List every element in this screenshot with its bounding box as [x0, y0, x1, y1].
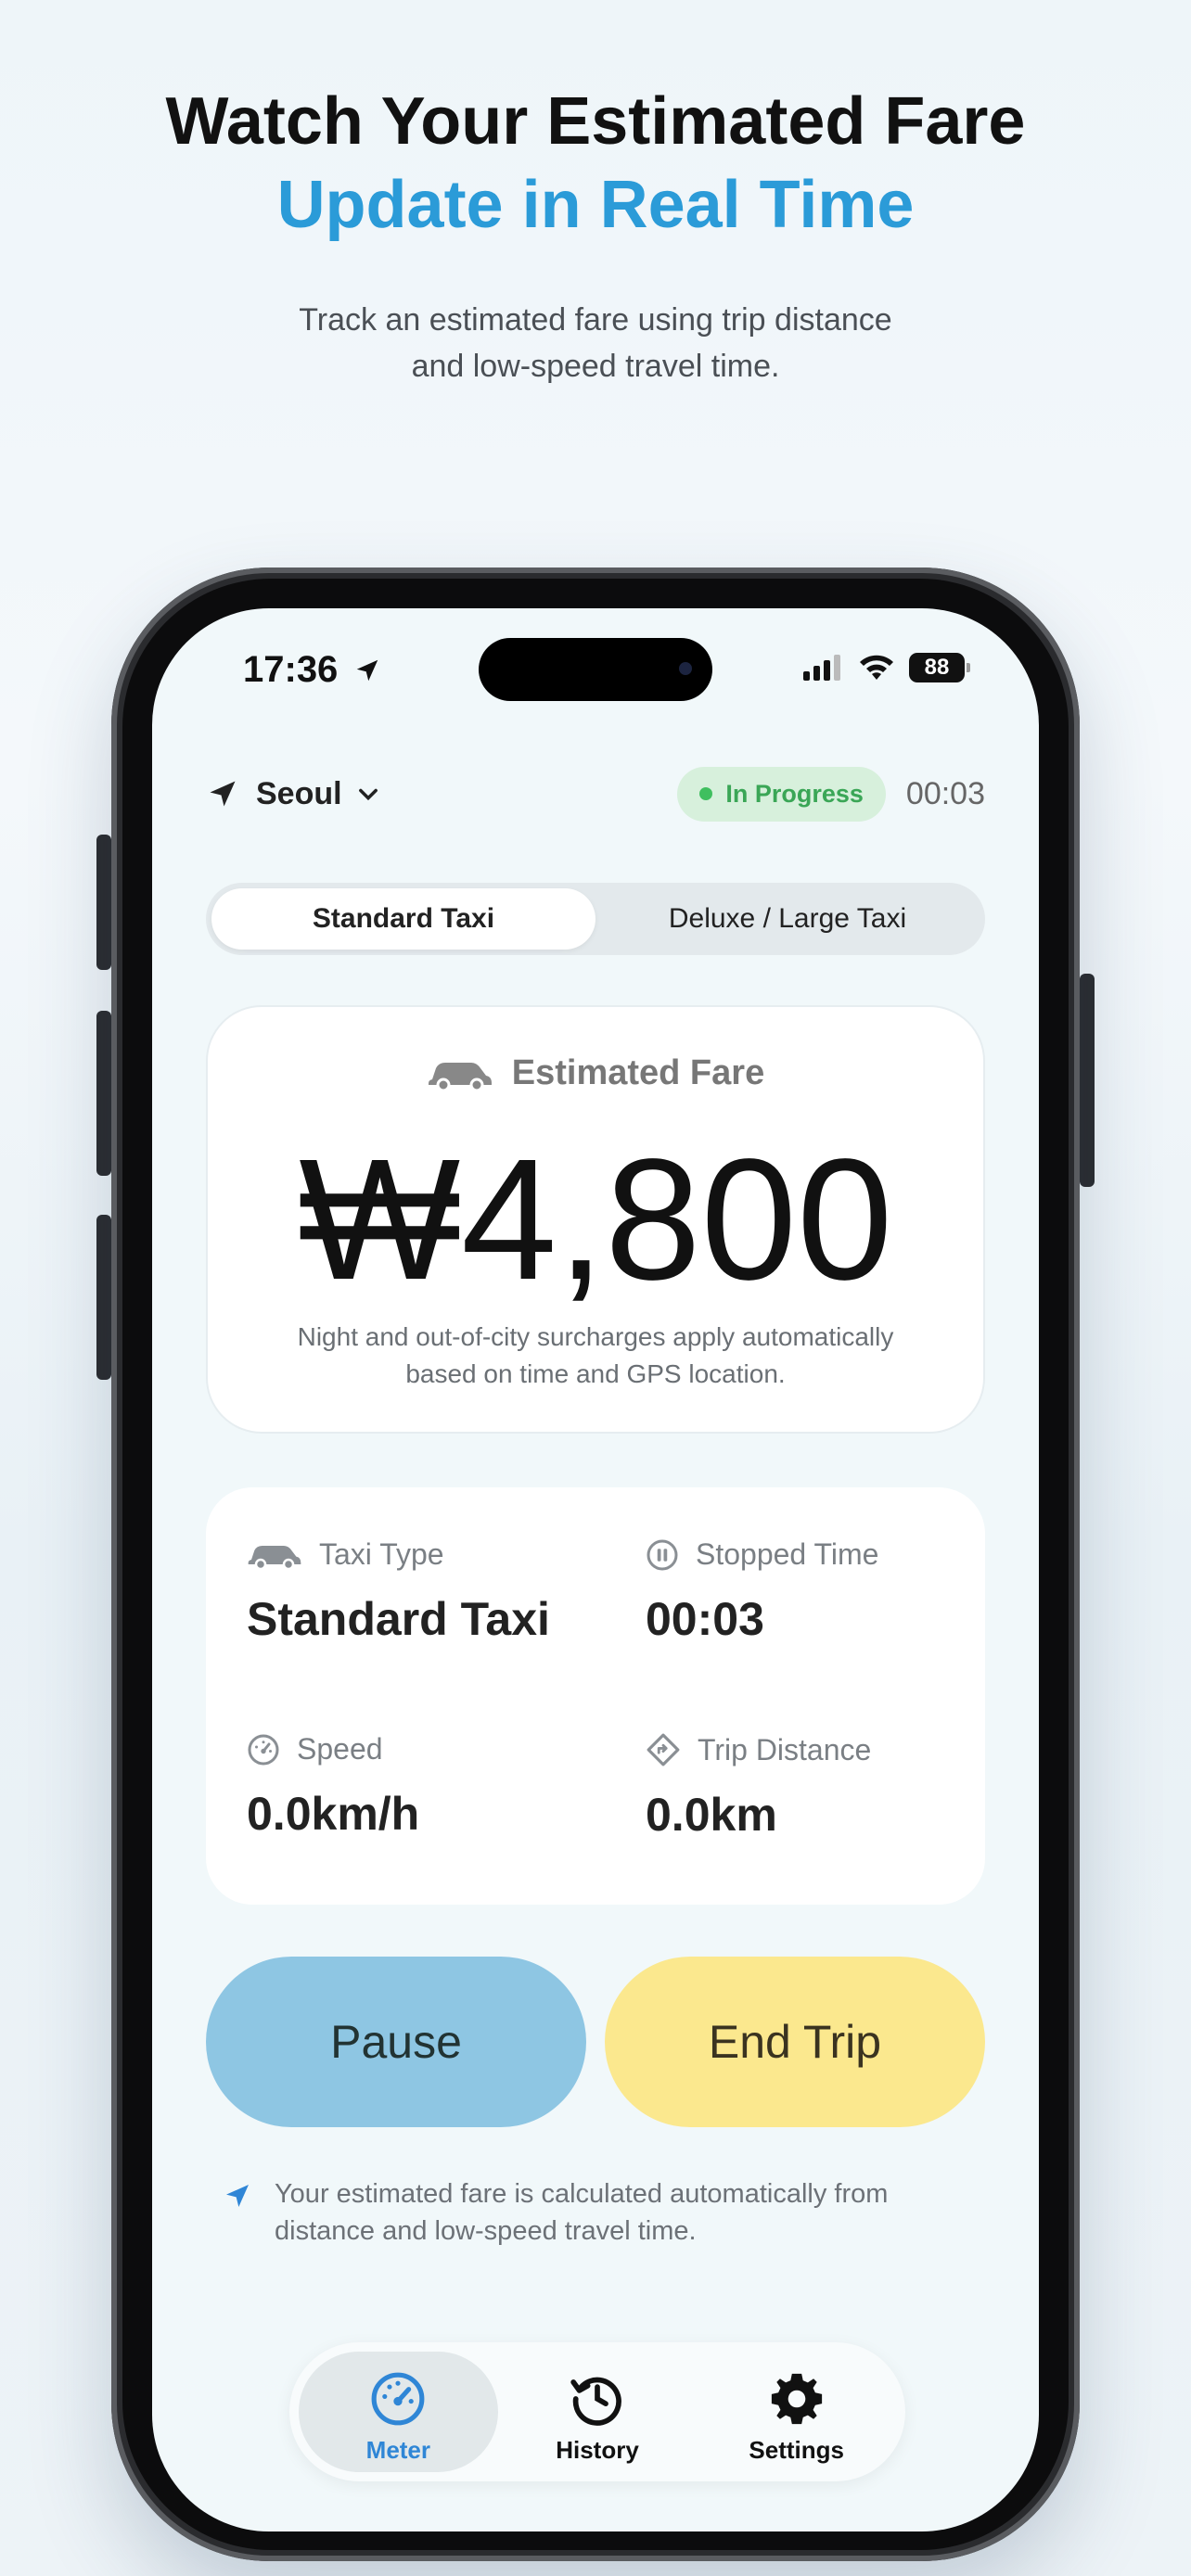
navigation-arrow-icon: [226, 2185, 249, 2207]
location-arrow-icon: [357, 659, 378, 682]
tab-history[interactable]: History: [498, 2352, 698, 2472]
footnote-text: Your estimated fare is calculated automa…: [275, 2175, 888, 2250]
car-icon: [428, 1062, 492, 1091]
surcharge-note-line-1: Night and out-of-city surcharges apply a…: [297, 1322, 894, 1351]
chevron-down-icon: [358, 788, 378, 801]
pause-button[interactable]: Pause: [206, 1957, 586, 2127]
speed-value: 0.0km/h: [247, 1788, 420, 1840]
headline-line-1: Watch Your Estimated Fare: [165, 84, 1026, 159]
speed-label: Speed: [247, 1732, 419, 1766]
speedometer-icon: [371, 2372, 425, 2426]
subtitle-line-2: and low-speed travel time.: [411, 349, 780, 384]
city-selector[interactable]: Seoul: [206, 776, 398, 812]
info-taxi-type: Taxi Type Standard Taxi: [247, 1537, 550, 1646]
stopped-time-label-text: Stopped Time: [696, 1537, 879, 1571]
stopped-time-label: Stopped Time: [646, 1537, 878, 1572]
info-speed: Speed 0.0km/h: [247, 1732, 419, 1841]
trip-distance-value: 0.0km: [646, 1789, 777, 1841]
subtitle-line-1: Track an estimated fare using trip dista…: [299, 302, 892, 338]
wifi-icon: [860, 655, 893, 680]
footnote-line-1: Your estimated fare is calculated automa…: [275, 2179, 889, 2209]
phone-action-button: [96, 835, 111, 970]
city-name: Seoul: [256, 775, 342, 811]
tab-meter[interactable]: Meter: [299, 2352, 498, 2472]
fare-label-text: Estimated Fare: [511, 1053, 765, 1092]
phone-volume-up-button: [96, 1011, 111, 1176]
taxi-type-label: Taxi Type: [247, 1537, 550, 1572]
trip-topbar: Seoul In Progress 00:03: [206, 766, 985, 822]
pause-circle-icon: [647, 1539, 678, 1570]
tab-settings[interactable]: Settings: [697, 2352, 896, 2472]
hero-headline: Watch Your Estimated Fare Update in Real…: [0, 80, 1191, 247]
elapsed-time: 00:03: [905, 775, 985, 811]
dynamic-island: [479, 638, 712, 701]
footnote-line-2: distance and low-speed travel time.: [275, 2216, 697, 2246]
cellular-signal-icon: [803, 655, 840, 681]
car-icon: [248, 1545, 301, 1570]
headline-line-2: Update in Real Time: [276, 168, 915, 242]
hero-subtitle: Track an estimated fare using trip dista…: [0, 297, 1191, 389]
status-indicators: 88: [803, 653, 970, 682]
trip-distance-label-text: Trip Distance: [698, 1732, 872, 1766]
speedometer-icon: [248, 1734, 279, 1765]
trip-info-card: Taxi Type Standard Taxi Stopped Time 00:…: [206, 1487, 985, 1905]
fare-amount: ₩4,800: [298, 1124, 893, 1316]
phone-power-button: [1080, 974, 1095, 1187]
segment-standard-taxi[interactable]: Standard Taxi: [211, 888, 596, 950]
segment-deluxe-large-taxi[interactable]: Deluxe / Large Taxi: [596, 888, 980, 950]
taxi-type-label-text: Taxi Type: [319, 1537, 444, 1571]
tab-settings-label: Settings: [749, 2436, 844, 2464]
gear-icon: [771, 2373, 822, 2425]
fare-card: Estimated Fare ₩4,800 Night and out-of-c…: [206, 1005, 985, 1434]
surcharge-note: Night and out-of-city surcharges apply a…: [245, 1319, 946, 1393]
phone-volume-down-button: [96, 1215, 111, 1380]
speed-label-text: Speed: [297, 1732, 383, 1766]
battery-indicator: 88: [909, 653, 970, 682]
bottom-tab-bar: Meter History Settings: [289, 2342, 905, 2481]
status-dot-icon: [699, 787, 713, 800]
tab-history-label: History: [556, 2436, 639, 2464]
fare-info-footnote: Your estimated fare is calculated automa…: [223, 2175, 968, 2250]
trip-distance-label: Trip Distance: [646, 1732, 871, 1767]
phone-screen: 17:36 88 Seoul In Progress 00:03 Standar…: [152, 608, 1039, 2531]
info-trip-distance: Trip Distance 0.0km: [646, 1732, 871, 1842]
status-badge-label: In Progress: [725, 779, 864, 808]
surcharge-note-line-2: based on time and GPS location.: [405, 1359, 786, 1388]
status-time-text: 17:36: [243, 649, 339, 690]
taxi-type-segmented-control: Standard Taxi Deluxe / Large Taxi: [206, 883, 985, 955]
camera-dot: [679, 662, 692, 675]
navigation-arrow-icon: [210, 781, 236, 807]
status-badge: In Progress: [677, 766, 886, 822]
status-time: 17:36: [243, 649, 381, 691]
history-icon: [570, 2377, 621, 2426]
tab-meter-label: Meter: [365, 2436, 431, 2464]
fare-label: Estimated Fare: [208, 1053, 983, 1093]
info-stopped-time: Stopped Time 00:03: [646, 1537, 878, 1646]
end-trip-button[interactable]: End Trip: [605, 1957, 985, 2127]
stopped-time-value: 00:03: [646, 1593, 764, 1645]
route-sign-icon: [647, 1733, 680, 1766]
taxi-type-value: Standard Taxi: [247, 1593, 550, 1645]
